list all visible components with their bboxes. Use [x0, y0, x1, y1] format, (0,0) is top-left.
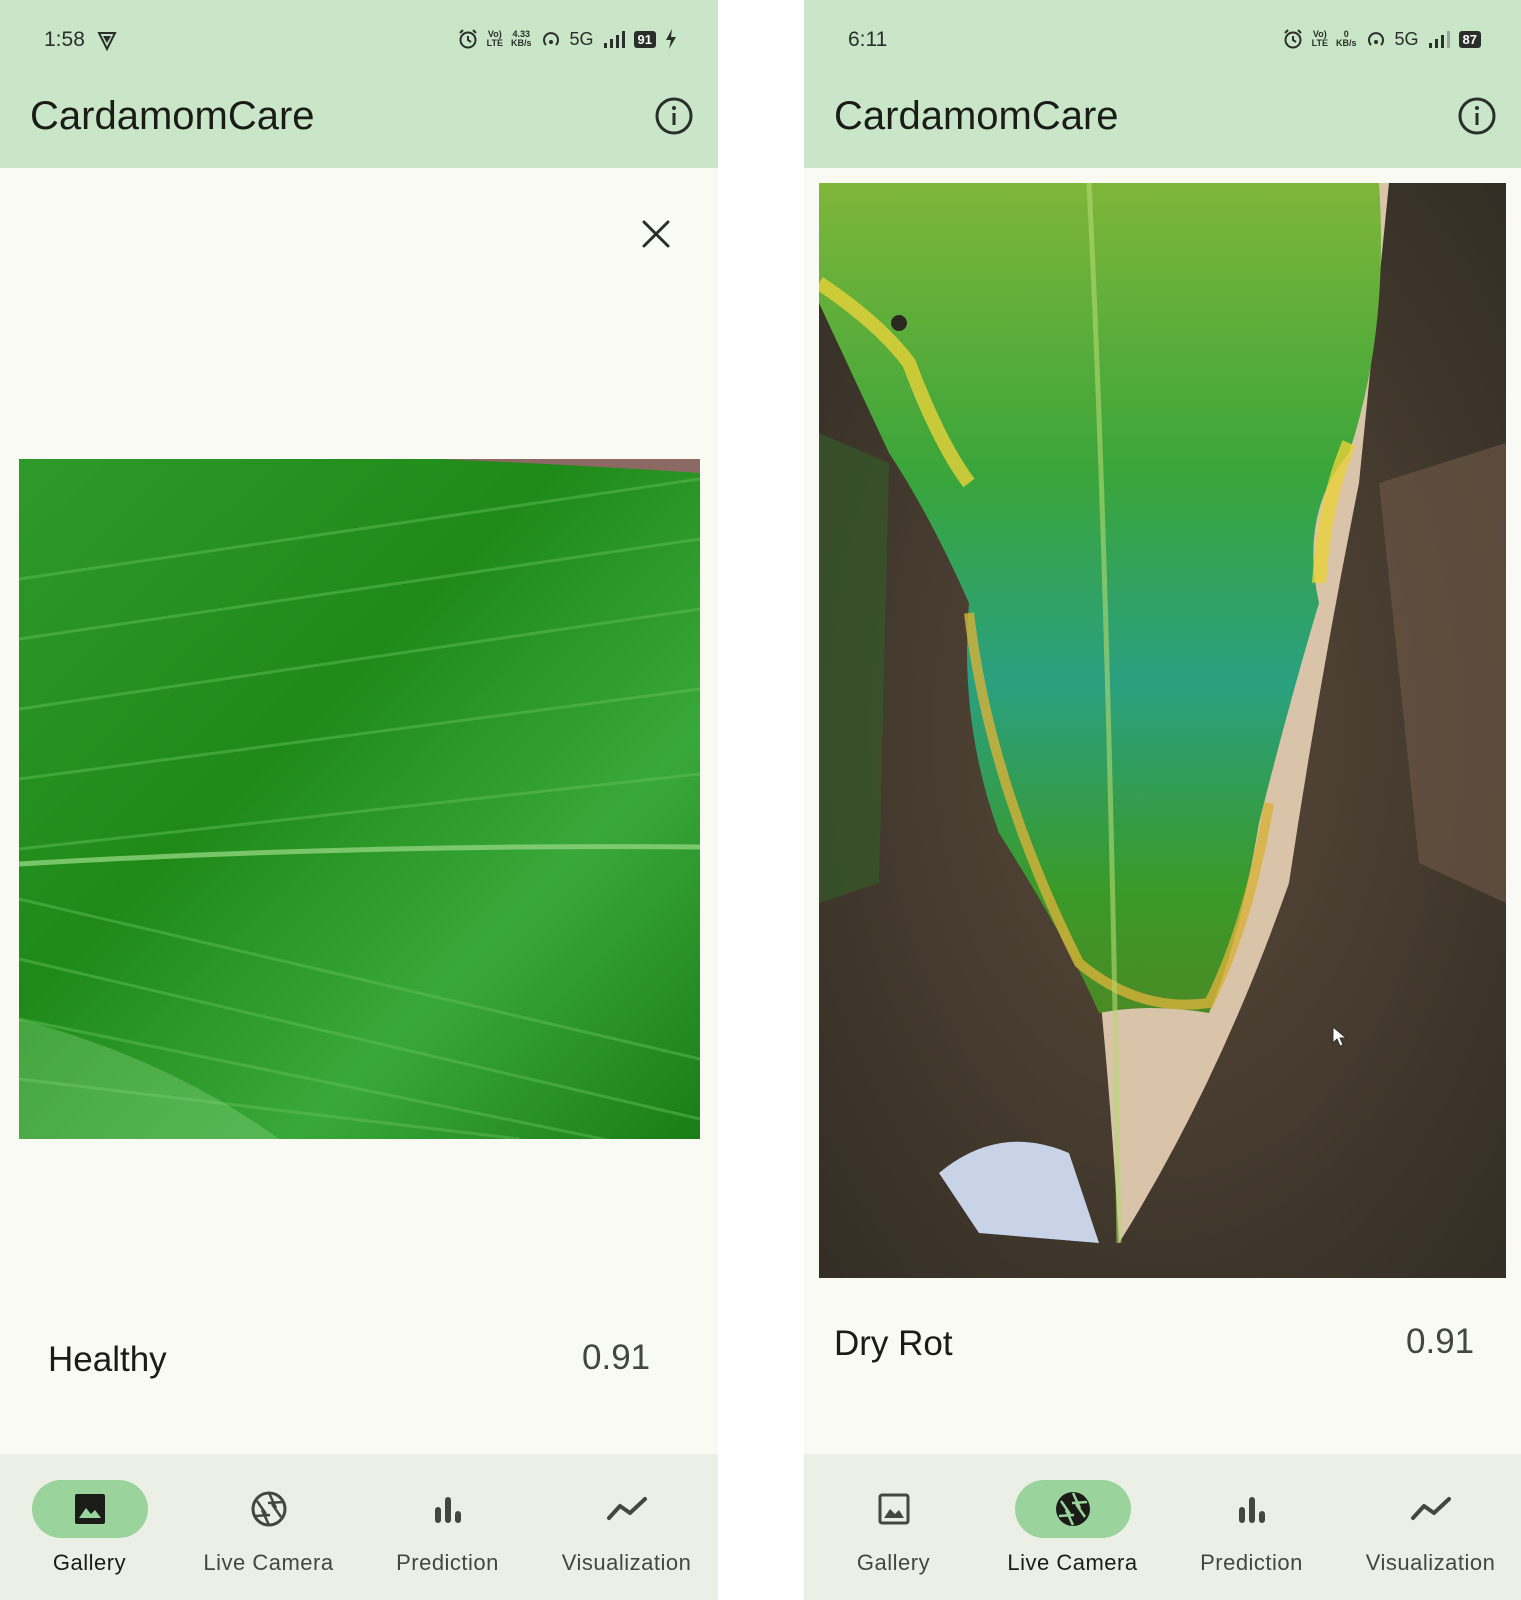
nav-active-indicator [1014, 1480, 1131, 1538]
info-icon[interactable] [1457, 96, 1497, 136]
battery-level: 91 [633, 30, 656, 48]
pointer-cursor-icon [1332, 1026, 1348, 1047]
volte-indicator: Vo) LTE [1311, 29, 1328, 48]
network-type: 5G [569, 28, 594, 49]
nav-active-indicator [31, 1480, 148, 1538]
nav-prediction[interactable]: Prediction [358, 1454, 537, 1600]
app-bar: CardamomCare [0, 84, 718, 168]
net-speed: 0 KB/s [1336, 29, 1357, 48]
bottom-navigation: Gallery Live Camera Prediction Visualiza… [0, 1454, 718, 1600]
prediction-score: 0.91 [582, 1338, 651, 1377]
nav-label-prediction: Prediction [396, 1550, 499, 1575]
nav-label-visualization: Visualization [1365, 1550, 1496, 1575]
app-title: CardamomCare [834, 94, 1119, 138]
alarm-icon [458, 29, 477, 49]
camera-preview [819, 183, 1506, 1278]
nav-label-gallery: Gallery [856, 1550, 931, 1575]
line-chart-icon [606, 1497, 647, 1520]
gallery-icon [74, 1494, 105, 1524]
hotspot-icon [542, 32, 559, 46]
nav-label-prediction: Prediction [1200, 1550, 1303, 1575]
battery-level: 87 [1458, 30, 1481, 48]
nav-gallery[interactable]: Gallery [0, 1454, 179, 1600]
nav-label-live-camera: Live Camera [203, 1550, 334, 1575]
info-icon[interactable] [654, 96, 694, 136]
leaf-photo [19, 459, 700, 1139]
right-screen: 6:11 Vo) LTE 0 KB/s 5G 87 CardamomCare D… [804, 0, 1521, 1600]
charging-icon [666, 29, 676, 49]
nav-visualization[interactable]: Visualization [1341, 1454, 1520, 1600]
nav-live-camera[interactable]: Live Camera [179, 1454, 358, 1600]
nav-gallery[interactable]: Gallery [804, 1454, 983, 1600]
camera-shutter-icon [1055, 1492, 1090, 1526]
bar-chart-icon [1238, 1497, 1265, 1523]
bottom-navigation: Gallery Live Camera Prediction Visualiza… [804, 1454, 1521, 1600]
bar-chart-icon [434, 1497, 461, 1523]
vpn-shield-icon [97, 32, 117, 52]
volte-indicator: Vo) LTE [486, 29, 503, 48]
nav-live-camera[interactable]: Live Camera [983, 1454, 1162, 1600]
close-icon[interactable] [638, 216, 674, 252]
status-bar: 1:58 Vo) LTE 4.33 KB/s 5G 91 [0, 0, 718, 84]
nav-label-gallery: Gallery [52, 1550, 127, 1575]
nav-label-visualization: Visualization [561, 1550, 692, 1575]
left-screen: 1:58 Vo) LTE 4.33 KB/s 5G 91 CardamomCare [0, 0, 718, 1600]
app-title: CardamomCare [30, 94, 315, 138]
nav-visualization[interactable]: Visualization [537, 1454, 716, 1600]
status-time: 1:58 [44, 28, 85, 51]
hotspot-icon [1367, 32, 1384, 46]
nav-label-live-camera: Live Camera [1007, 1550, 1138, 1575]
prediction-label: Healthy [48, 1340, 167, 1379]
signal-icon [603, 31, 625, 48]
prediction-score: 0.91 [1406, 1322, 1475, 1361]
camera-shutter-icon [251, 1491, 286, 1527]
app-bar: CardamomCare [804, 84, 1521, 168]
alarm-icon [1283, 29, 1302, 49]
prediction-label: Dry Rot [834, 1324, 953, 1363]
status-time: 6:11 [848, 28, 888, 51]
nav-prediction[interactable]: Prediction [1162, 1454, 1341, 1600]
network-type: 5G [1394, 28, 1419, 49]
signal-icon [1428, 31, 1450, 48]
status-bar: 6:11 Vo) LTE 0 KB/s 5G 87 [804, 0, 1521, 84]
line-chart-icon [1410, 1497, 1451, 1520]
gallery-icon [878, 1493, 909, 1525]
net-speed: 4.33 KB/s [511, 29, 532, 48]
